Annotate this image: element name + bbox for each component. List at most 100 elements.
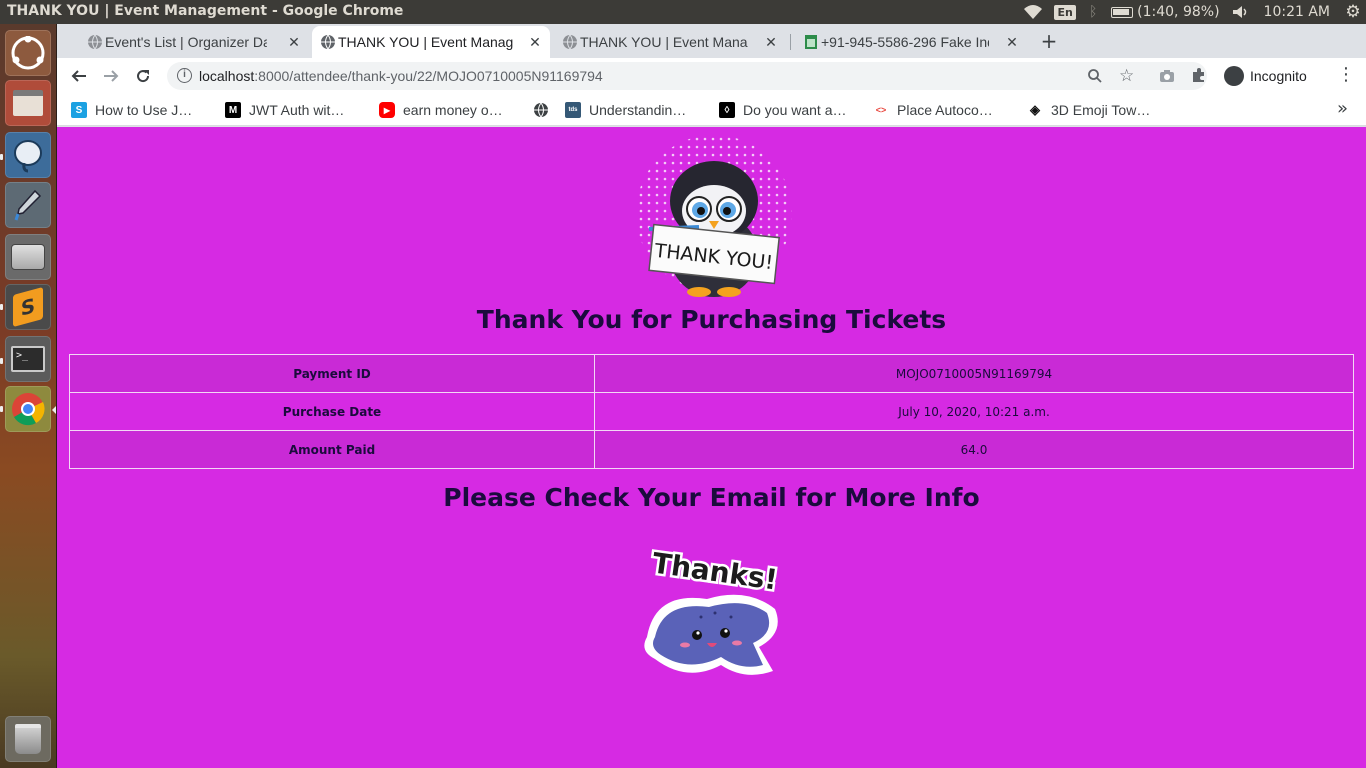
clock[interactable]: 10:21 AM: [1256, 4, 1340, 20]
table-row: Purchase Date July 10, 2020, 10:21 a.m.: [69, 392, 1354, 431]
stingray-thanks-sticker: Thanks!: [644, 547, 782, 675]
bookmark-favicon-icon: ◊: [719, 102, 735, 118]
tab-strip: Event's List | Organizer Da ✕ THANK YOU …: [57, 24, 1366, 58]
tab-fake-number[interactable]: +91-945-5586-296 Fake Ind ✕: [795, 26, 1027, 58]
bluetooth-icon[interactable]: ᛒ: [1081, 4, 1105, 20]
tab-thank-you-active[interactable]: THANK YOU | Event Manag ✕: [312, 26, 550, 58]
system-tray: En ᛒ (1:40, 98%) 10:21 AM ⚙: [1017, 0, 1366, 24]
battery-label: (1:40, 98%): [1137, 4, 1220, 20]
bookmark-label: JWT Auth wit…: [249, 102, 345, 118]
wifi-icon[interactable]: [1017, 4, 1049, 20]
sublime-text-icon[interactable]: S: [5, 284, 51, 330]
bookmark-star-icon[interactable]: ☆: [1119, 66, 1134, 86]
tab-label: Event's List | Organizer Da: [105, 34, 267, 50]
address-bar[interactable]: i localhost:8000/attendee/thank-you/22/M…: [167, 62, 1207, 90]
tab-label: THANK YOU | Event Manag: [338, 34, 514, 50]
page-heading: Thank You for Purchasing Tickets: [476, 305, 947, 334]
ubuntu-dash-icon[interactable]: [5, 30, 51, 76]
incognito-icon: [1224, 66, 1244, 86]
close-tab-icon[interactable]: ✕: [526, 33, 544, 51]
menu-kebab-icon[interactable]: ⋮: [1337, 65, 1355, 85]
bookmark-place-autocomplete[interactable]: <> Place Autoco…: [873, 100, 993, 120]
close-tab-icon[interactable]: ✕: [285, 33, 303, 51]
purchase-date-value: July 10, 2020, 10:21 a.m.: [594, 392, 1354, 431]
medium-favicon-icon: M: [225, 102, 241, 118]
table-row: Amount Paid 64.0: [69, 430, 1354, 469]
reload-icon[interactable]: [129, 62, 157, 90]
amount-paid-value: 64.0: [594, 430, 1354, 469]
table-row: Payment ID MOJO0710005N91169794: [69, 354, 1354, 393]
close-tab-icon[interactable]: ✕: [1003, 33, 1021, 51]
tab-events-list[interactable]: Event's List | Organizer Da ✕: [79, 26, 309, 58]
youtube-favicon-icon: ▶: [379, 102, 395, 118]
volume-icon[interactable]: [1226, 5, 1256, 19]
globe-icon: [563, 34, 577, 50]
url-host: localhost: [199, 68, 255, 84]
close-tab-icon[interactable]: ✕: [762, 33, 780, 51]
bookmark-label: Do you want a…: [743, 102, 847, 118]
url-path: :8000/attendee/thank-you/22/MOJO0710005N…: [254, 68, 603, 84]
chrome-window: Event's List | Organizer Da ✕ THANK YOU …: [57, 24, 1366, 768]
payment-id-value: MOJO0710005N91169794: [594, 354, 1354, 393]
back-arrow-icon[interactable]: [65, 62, 93, 90]
color-picker-icon[interactable]: [5, 182, 51, 228]
bookmark-globe[interactable]: [533, 100, 549, 120]
bookmark-how-to-use[interactable]: S How to Use J…: [71, 100, 192, 120]
terminal-icon[interactable]: >_: [5, 336, 51, 382]
bookmark-label: Place Autoco…: [897, 102, 993, 118]
penguin-thank-you-illustration: THANK YOU!: [636, 135, 792, 297]
tds-favicon-icon: tds: [565, 102, 581, 118]
bookmark-understanding[interactable]: tds Understandin…: [565, 100, 686, 120]
stingray-thanks-text: Thanks!: [650, 547, 779, 597]
zoom-search-icon[interactable]: [1087, 68, 1103, 88]
purchase-date-label: Purchase Date: [69, 392, 595, 431]
bookmark-label: 3D Emoji Tow…: [1051, 102, 1151, 118]
incognito-label: Incognito: [1250, 68, 1307, 84]
payment-id-label: Payment ID: [69, 354, 595, 393]
disk-drive-icon[interactable]: [5, 234, 51, 280]
extensions-puzzle-icon[interactable]: [1191, 67, 1207, 87]
keyboard-layout-label: En: [1054, 4, 1076, 20]
bookmark-label: earn money o…: [403, 102, 503, 118]
bookmarks-overflow-chevron-icon[interactable]: »: [1337, 98, 1348, 119]
incognito-profile-button[interactable]: Incognito: [1220, 63, 1317, 89]
url-text: localhost:8000/attendee/thank-you/22/MOJ…: [199, 68, 603, 84]
globe-icon: [88, 34, 102, 50]
tab-separator: [790, 34, 791, 50]
battery-icon: [1111, 6, 1134, 18]
amount-paid-label: Amount Paid: [69, 430, 595, 469]
google-chrome-icon[interactable]: [5, 386, 51, 432]
tab-label: THANK YOU | Event Manag: [580, 34, 748, 50]
keyboard-layout-indicator[interactable]: En: [1049, 4, 1081, 20]
receipt-table: Payment ID MOJO0710005N91169794 Purchase…: [69, 354, 1354, 469]
thank-you-page: THANK YOU! Thank You for Purchasing Tick…: [57, 127, 1366, 768]
globe-icon: [321, 34, 335, 50]
new-tab-button[interactable]: +: [1037, 30, 1061, 54]
site-info-icon[interactable]: i: [177, 68, 192, 83]
pgadmin-elephant-icon[interactable]: [5, 132, 51, 178]
unity-launcher: S >_: [0, 24, 57, 768]
bookmark-label: How to Use J…: [95, 102, 193, 118]
bookmark-label: Understandin…: [589, 102, 687, 118]
codepen-favicon-icon: ◈: [1027, 102, 1043, 118]
bookmarks-bar: S How to Use J… M JWT Auth wit… ▶ earn m…: [57, 94, 1366, 126]
top-panel: THANK YOU | Event Management - Google Ch…: [0, 0, 1366, 24]
files-app-icon[interactable]: [5, 80, 51, 126]
globe-icon: [534, 102, 548, 118]
forward-arrow-icon[interactable]: [97, 62, 125, 90]
bookmark-3d-emoji[interactable]: ◈ 3D Emoji Tow…: [1027, 100, 1150, 120]
battery-indicator[interactable]: (1:40, 98%): [1105, 4, 1225, 20]
window-title: THANK YOU | Event Management - Google Ch…: [7, 3, 404, 19]
bookmark-earn-money[interactable]: ▶ earn money o…: [379, 100, 503, 120]
settings-gear-icon[interactable]: ⚙: [1340, 2, 1366, 22]
trash-icon[interactable]: [5, 716, 51, 762]
tab-thank-you[interactable]: THANK YOU | Event Manag ✕: [554, 26, 786, 58]
browser-toolbar: i localhost:8000/attendee/thank-you/22/M…: [57, 58, 1366, 94]
code-favicon-icon: <>: [873, 102, 889, 118]
bookmark-do-you-want[interactable]: ◊ Do you want a…: [719, 100, 847, 120]
camera-icon[interactable]: [1159, 68, 1175, 87]
email-info-heading: Please Check Your Email for More Info: [443, 483, 980, 512]
tab-label: +91-945-5586-296 Fake Ind: [821, 34, 989, 50]
bookmark-jwt-auth[interactable]: M JWT Auth wit…: [225, 100, 344, 120]
bookmark-favicon-icon: S: [71, 102, 87, 118]
